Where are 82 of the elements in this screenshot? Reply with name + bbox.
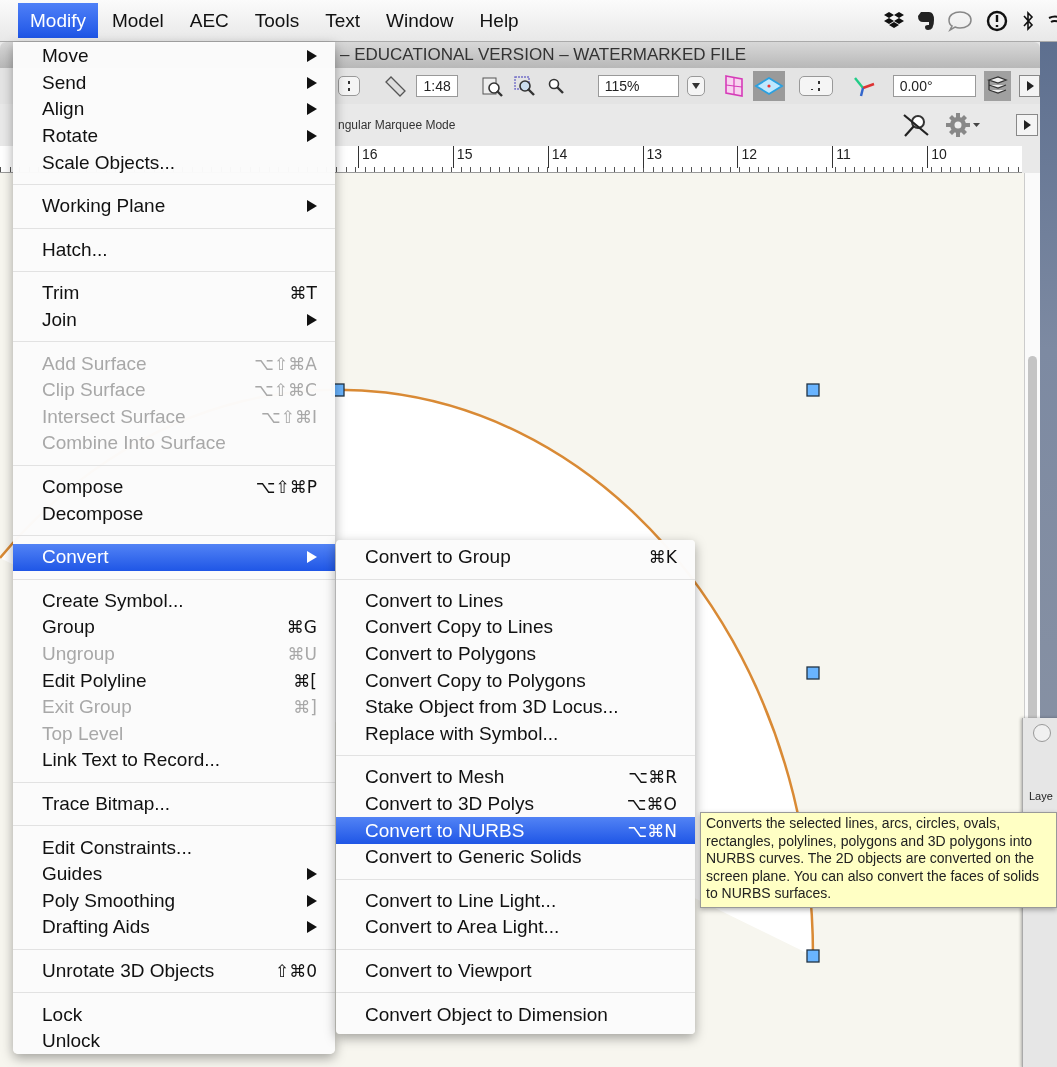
menu-item[interactable]: Convert to NURBS ⌥⌘N <box>336 817 695 844</box>
ruler-number: 10 <box>927 146 1022 168</box>
menu-item[interactable]: Edit Constraints... <box>13 834 335 861</box>
menu-item[interactable]: Join <box>13 306 335 334</box>
scale-field[interactable]: 1:48 <box>416 75 458 97</box>
bluetooth-icon[interactable] <box>1021 9 1035 32</box>
menu-item[interactable]: Drafting Aids <box>13 914 335 941</box>
menu-item[interactable]: Convert to Line Light... <box>336 887 695 915</box>
box-icon[interactable] <box>883 10 905 31</box>
ruler-number: 15 <box>452 146 548 168</box>
menu-item[interactable]: Compose ⌥⇧⌘P <box>13 473 335 501</box>
menu-item[interactable]: Rotate <box>13 122 335 150</box>
caret-icon <box>692 83 701 89</box>
zoom-field[interactable]: 115% <box>597 75 679 97</box>
tooltip: Converts the selected lines, arcs, circles, ovals, rectangles, polylines, polygons and 3D polygons into NURBS curves. The 2D objects are converted on the screen plane. You can also convert the faces of solids to NURBS surfaces. <box>700 812 1057 908</box>
menu-item[interactable]: Send <box>13 69 335 97</box>
menu-item[interactable]: Trim ⌘T <box>13 280 335 307</box>
menu-item[interactable]: Unrotate 3D Objects ⇧⌘0 <box>13 957 335 985</box>
expand-button[interactable] <box>1016 114 1038 136</box>
ruler-number: 11 <box>832 146 928 168</box>
menu-bar-item[interactable]: Window <box>374 3 466 38</box>
menu-bar-item[interactable]: AEC <box>177 3 241 38</box>
plane-stepper-control[interactable] <box>799 76 833 96</box>
menu-item[interactable]: Scale Objects... <box>13 149 335 176</box>
page-zoom-icon[interactable] <box>479 74 504 98</box>
layers-icon <box>986 75 1009 97</box>
chat-bubble-icon[interactable] <box>947 9 973 32</box>
selection-handle[interactable] <box>806 666 820 680</box>
ruler-number: 12 <box>737 146 833 168</box>
menu-item[interactable]: Decompose <box>13 500 335 527</box>
settings-icon[interactable] <box>944 111 982 139</box>
menu-item[interactable]: Poly Smoothing <box>13 887 335 915</box>
menu-item[interactable]: Convert to Mesh ⌥⌘R <box>336 764 695 791</box>
menu-item[interactable]: Replace with Symbol... <box>336 720 695 748</box>
menu-item[interactable]: Hatch... <box>13 236 335 264</box>
menu-item[interactable]: Convert to Lines <box>336 587 695 615</box>
menu-bar-item[interactable]: Model <box>99 3 176 38</box>
menu-item[interactable]: Convert to Group ⌘K <box>336 544 695 571</box>
menu-bar-item[interactable]: Text <box>313 3 372 38</box>
menu-bar-item[interactable]: Help <box>467 3 531 38</box>
selection-handle[interactable] <box>806 949 820 963</box>
menu-item[interactable]: Working Plane <box>13 192 335 220</box>
zoom-dropdown-button[interactable] <box>686 76 706 96</box>
menu-item[interactable]: Convert Copy to Lines <box>336 614 695 641</box>
selection-handle[interactable] <box>806 383 820 397</box>
plane-icon <box>754 75 785 97</box>
angle-field[interactable]: 0.00° <box>892 75 976 97</box>
clock-icon[interactable] <box>985 8 1009 33</box>
window-title: – EDUCATIONAL VERSION – WATERMARKED FILE <box>340 45 747 65</box>
mode-label: ngular Marquee Mode <box>338 118 456 132</box>
layers-button[interactable] <box>983 71 1012 101</box>
menu-item[interactable]: Convert to Area Light... <box>336 914 695 941</box>
menu-item[interactable]: Guides <box>13 860 335 888</box>
menu-item[interactable]: Lock <box>13 1001 335 1028</box>
menu-item[interactable]: Unlock <box>13 1027 335 1055</box>
menu-item[interactable]: Stake Object from 3D Locus... <box>336 693 695 721</box>
ruler-number: 16 <box>358 146 453 168</box>
menu-item[interactable]: Create Symbol... <box>13 587 335 615</box>
menu-item[interactable]: Link Text to Record... <box>13 747 335 774</box>
triangle-right-icon <box>1023 120 1031 130</box>
menu-item[interactable]: Align <box>13 96 335 123</box>
triangle-right-icon <box>1025 81 1034 91</box>
ruler-number: 13 <box>642 146 738 168</box>
expand-button[interactable] <box>1019 75 1040 97</box>
menu-item[interactable]: Convert to 3D Polys ⌥⌘O <box>336 790 695 818</box>
grid-plane-icon[interactable] <box>723 73 746 99</box>
menu-item[interactable]: Convert <box>13 543 335 571</box>
menu-item[interactable]: Move <box>13 43 335 70</box>
menu-item[interactable]: Group ⌘G <box>13 614 335 641</box>
menu-item[interactable]: Convert Object to Dimension <box>336 1001 695 1028</box>
menu-item[interactable]: Convert Copy to Polygons <box>336 667 695 694</box>
palette-tab[interactable]: Laye <box>1029 790 1053 802</box>
menu-item[interactable]: Convert to Polygons <box>336 640 695 668</box>
stepper-dots-icon <box>808 80 823 92</box>
menu-item[interactable]: Edit Polyline ⌘[ <box>13 667 335 694</box>
ruler-number: 14 <box>547 146 643 168</box>
menu-bar-item[interactable]: Tools <box>242 3 312 38</box>
menu-bar-item[interactable]: Modify <box>18 3 98 38</box>
menu-item[interactable]: Convert to Generic Solids <box>336 843 695 871</box>
menu-item[interactable]: Convert to Viewport <box>336 957 695 985</box>
menu-item[interactable]: Trace Bitmap... <box>13 790 335 818</box>
stepper-control[interactable] <box>338 76 361 96</box>
